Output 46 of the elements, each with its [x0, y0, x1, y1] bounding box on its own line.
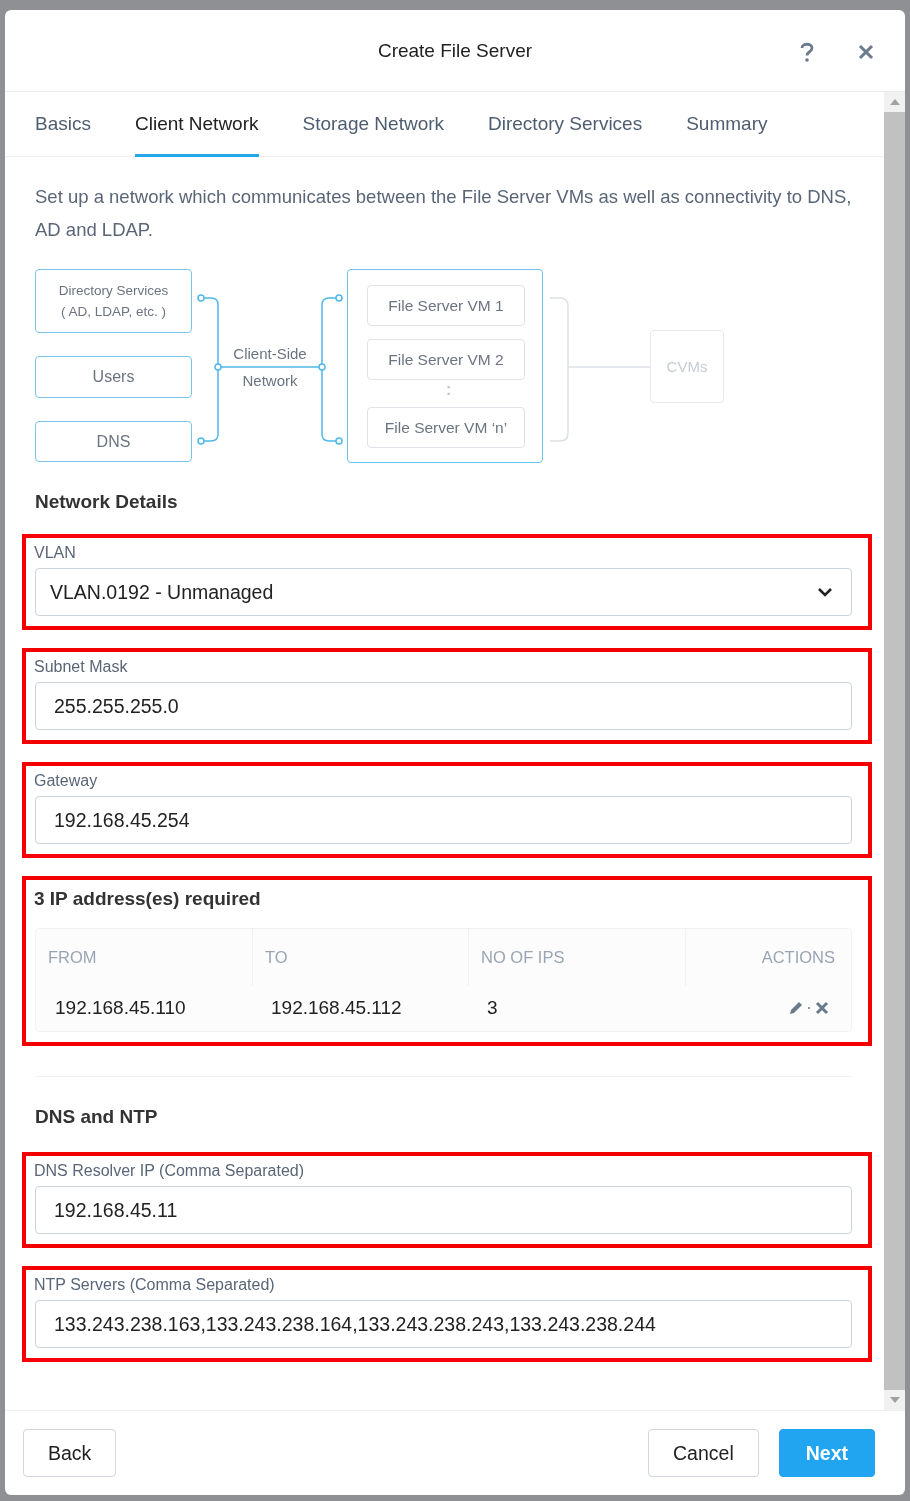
vm-node: File Server VM 2 [367, 339, 525, 380]
input-field[interactable]: 133.243.238.163,133.243.238.164,133.243.238.243,133.243.238.244 [35, 1300, 852, 1348]
tab[interactable]: Storage Network [302, 92, 445, 157]
edit-icon[interactable] [789, 1001, 803, 1015]
node-label: DNS [96, 432, 131, 451]
vlan-dropdown[interactable]: VLAN.0192 - Unmanaged [35, 568, 852, 616]
field-label: Subnet Mask [34, 658, 129, 676]
section-heading: DNS and NTP [35, 1105, 159, 1129]
help-icon[interactable] [800, 42, 814, 62]
ellipsis-mark: : [446, 381, 452, 399]
column-header: ACTIONS [685, 929, 851, 985]
field-label: DNS Resolver IP (Comma Separated) [34, 1162, 306, 1180]
input-field[interactable]: 192.168.45.254 [35, 796, 852, 844]
vm-node: File Server VM 1 [367, 285, 525, 326]
description-text: Set up a network which communicates between the File Server VMs as well as connectivity to DNS, AD and LDAP. [35, 185, 852, 242]
input-field[interactable]: 255.255.255.0 [35, 682, 852, 730]
table-cell-text: 3 [486, 996, 499, 1020]
back-button[interactable]: Back [23, 1429, 117, 1477]
section-heading: Network Details [35, 490, 179, 514]
network-label: Client-Side Network [232, 344, 308, 391]
node-label: Directory Services [58, 282, 169, 300]
table-cell-text: 192.168.45.112 [270, 996, 403, 1020]
table-cell-text: 192.168.45.110 [54, 996, 187, 1020]
tab[interactable]: Summary [686, 92, 768, 157]
tab[interactable]: Client Network [134, 92, 259, 157]
scroll-down-icon[interactable] [888, 1396, 901, 1404]
node-label: ( AD, LDAP, etc. ) [61, 303, 166, 321]
column-header: NO OF IPS [468, 929, 685, 985]
cancel-button[interactable]: Cancel [648, 1429, 759, 1477]
field-label: VLAN [34, 544, 77, 562]
dialog-title: Create File Server [377, 39, 533, 62]
delete-icon[interactable] [815, 1001, 829, 1015]
chevron-down-icon [817, 586, 833, 598]
vm-node: File Server VM ‘n’ [367, 407, 525, 448]
tab[interactable]: Directory Services [488, 92, 643, 157]
field-label: Gateway [34, 772, 99, 790]
field-label: NTP Servers (Comma Separated) [34, 1276, 276, 1294]
cvm-node: CVMs [650, 330, 724, 403]
tab[interactable]: Basics [35, 92, 91, 157]
input-field[interactable]: 192.168.45.11 [35, 1186, 852, 1234]
node-label: Users [92, 368, 135, 386]
column-header: TO [252, 929, 468, 985]
scroll-up-icon[interactable] [888, 98, 901, 106]
close-icon[interactable] [858, 44, 874, 60]
column-header: FROM [47, 946, 98, 968]
ip-requirement-title: 3 IP address(es) required [34, 888, 262, 910]
